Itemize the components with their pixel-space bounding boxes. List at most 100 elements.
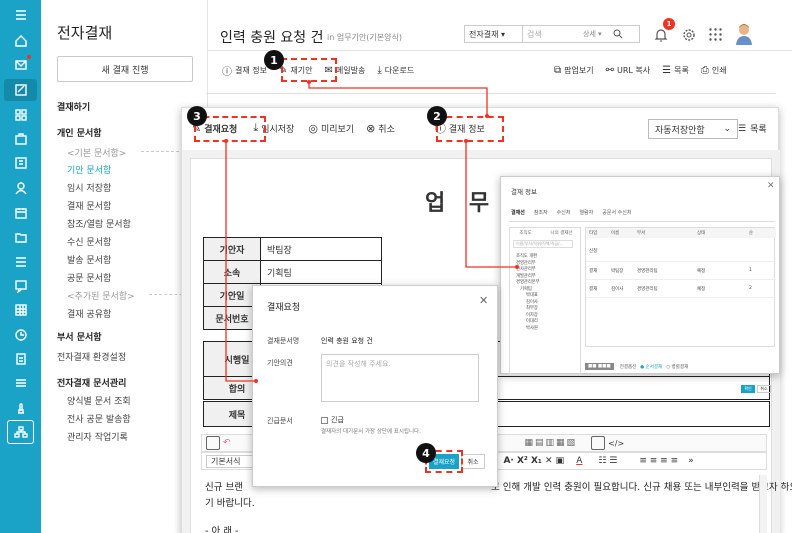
- menu-section[interactable]: 전자결재 문서관리: [57, 376, 126, 389]
- popup-table-row[interactable]: 결재 김이사 경영관리팀 예정 2: [586, 280, 776, 298]
- popup-cell: 경영관리팀: [637, 268, 658, 274]
- text-format-icons[interactable]: A· X² X₁ ✕ ▣: [503, 456, 564, 466]
- popup-close-icon[interactable]: ✕: [767, 181, 775, 191]
- contacts-icon[interactable]: [13, 155, 29, 171]
- more-icon[interactable]: »: [688, 456, 694, 466]
- option-chip[interactable]: ■■ ■■■: [585, 363, 614, 370]
- person-icon[interactable]: [13, 180, 29, 196]
- mail-icon[interactable]: [13, 55, 31, 73]
- new-approval-button[interactable]: 새 결재 진행: [57, 56, 193, 82]
- toolbar-link-button[interactable]: ⚯ URL 복사: [606, 65, 651, 76]
- menu-item[interactable]: 관리자 작업기록: [67, 430, 128, 443]
- approval-icon[interactable]: [13, 82, 29, 98]
- chat-icon[interactable]: [13, 278, 29, 294]
- detail-search-link[interactable]: 상세 ▾: [583, 29, 613, 39]
- stamp-icon[interactable]: [13, 400, 29, 416]
- toolbar-print-button[interactable]: ⎙ 인쇄: [701, 65, 727, 76]
- popup-tab[interactable]: 열람자: [579, 209, 593, 216]
- popup-subtabs[interactable]: 조직도 나의 결재선: [510, 228, 582, 237]
- toolbar-list-button[interactable]: ☰ 목록: [662, 65, 689, 76]
- toolbar-label: 팝업보기: [564, 65, 594, 75]
- search-input[interactable]: 검색: [523, 29, 583, 40]
- font-style-select[interactable]: 기본서식: [206, 454, 258, 468]
- popup-table-row[interactable]: 신청: [586, 240, 776, 262]
- list-button[interactable]: ☰ 목록: [738, 122, 767, 136]
- checkbox-box[interactable]: [321, 416, 328, 424]
- menu-settings-item[interactable]: 전자결재 환경설정: [57, 350, 126, 363]
- clock-icon[interactable]: [13, 327, 29, 343]
- editor-preview-button[interactable]: ◎ 미리보기: [308, 122, 354, 135]
- tree-node[interactable]: 박사원: [516, 326, 540, 333]
- menu-item[interactable]: 결재 공유함: [67, 307, 111, 320]
- menu-item[interactable]: 발송 문서함: [67, 253, 111, 266]
- editor-scrollbar[interactable]: [759, 475, 767, 533]
- popup-tab[interactable]: 결재선: [511, 209, 525, 216]
- stack-icon[interactable]: [13, 375, 29, 391]
- list-icon[interactable]: [13, 254, 29, 270]
- menu-item[interactable]: 공문 문서함: [67, 271, 111, 284]
- menu-item-selected[interactable]: 기안 문서함: [67, 163, 111, 176]
- image-icon[interactable]: [591, 436, 606, 450]
- toolbar-download-button[interactable]: ⤓ 다운로드: [377, 65, 414, 76]
- popup-tab[interactable]: 수신처: [557, 209, 571, 216]
- apps-grid-icon[interactable]: [708, 27, 723, 42]
- menu-group-label: <기본 문서함>: [67, 149, 127, 159]
- board-icon[interactable]: [13, 131, 29, 147]
- popup-cancel-button[interactable]: 취소: [757, 385, 771, 393]
- dialog-cancel-button[interactable]: 취소: [461, 454, 485, 469]
- org-icon[interactable]: [13, 424, 29, 440]
- body-line-2: 기 바랍니다.: [205, 498, 255, 509]
- menu-section[interactable]: 부서 문서함: [57, 330, 102, 343]
- menu-section[interactable]: 결재하기: [57, 100, 90, 113]
- menu-item[interactable]: 양식별 문서 조회: [67, 394, 131, 407]
- popup-table-row[interactable]: 결재 박팀장 경영관리팀 예정 1: [586, 262, 776, 280]
- popup-tab[interactable]: 공문서 수신처: [602, 209, 631, 216]
- menu-section[interactable]: 개인 문서함: [57, 126, 102, 139]
- opinion-textarea[interactable]: 의견을 작성해 주세요.: [321, 354, 479, 402]
- urgent-checkbox[interactable]: 긴급: [321, 415, 344, 425]
- menu-icon[interactable]: [13, 7, 29, 23]
- menu-item[interactable]: 전사 공문 발송함: [67, 412, 131, 425]
- undo-icon[interactable]: ↶: [223, 438, 231, 448]
- search-scope-select[interactable]: 전자결재 ▾: [465, 26, 523, 42]
- list-label: 목록: [750, 125, 767, 135]
- screen: 전자결재 새 결재 진행 결재하기 개인 문서함 <기본 문서함> 기안 문서함 임시 …: [0, 0, 792, 533]
- popup-col-header: 타입: [589, 231, 598, 236]
- settings-gear-icon[interactable]: [681, 27, 697, 43]
- popup-cell: 결재: [589, 268, 598, 274]
- popup-ok-button[interactable]: 확인: [741, 385, 755, 393]
- menu-item[interactable]: 결재 문서함: [67, 199, 111, 212]
- dialog-close-icon[interactable]: ✕: [479, 294, 488, 307]
- align-icons[interactable]: ≡ ≡ ≡ ≡: [639, 456, 678, 466]
- home-icon[interactable]: [13, 33, 29, 49]
- search-icon[interactable]: [613, 29, 623, 39]
- folder-icon[interactable]: [13, 229, 29, 245]
- code-icon[interactable]: </>: [608, 439, 624, 448]
- table-tools-icon[interactable]: ▦▤▥▦▧: [525, 438, 578, 448]
- opt-seq[interactable]: ● 순서결재: [640, 364, 662, 370]
- font-color-icon[interactable]: A: [576, 456, 582, 466]
- toolbar-popup-button[interactable]: ⧉ 팝업보기: [554, 65, 594, 76]
- menu-item[interactable]: 참조/열람 문서함: [67, 217, 131, 230]
- cancel-icon: ⊗: [366, 121, 376, 135]
- user-avatar-icon[interactable]: [733, 22, 755, 46]
- tree-node[interactable]: 조직도 개편: [516, 254, 540, 261]
- toolbar-info-button[interactable]: ⓘ 결재 정보: [222, 63, 267, 78]
- table-icon[interactable]: [13, 302, 29, 318]
- menu-item[interactable]: 수신 문서함: [67, 235, 111, 248]
- opt-parallel[interactable]: ○ 병렬결재: [666, 364, 688, 370]
- menu-item[interactable]: 임시 저장함: [67, 181, 111, 194]
- calendar-icon[interactable]: [13, 205, 29, 221]
- list-format-icon[interactable]: ☷ ☰: [598, 456, 617, 466]
- tree-node[interactable]: 경영관리본부: [516, 280, 540, 287]
- grid-icon[interactable]: [13, 107, 29, 123]
- autosave-select[interactable]: 자동저장안함 ⌄: [648, 119, 738, 139]
- popup-search-input[interactable]: 이름/부서/직위/직책/직급/...: [513, 240, 573, 248]
- header-divider: [208, 50, 792, 51]
- dialog-title: 결재요청: [267, 303, 301, 313]
- note-icon[interactable]: [13, 351, 29, 367]
- editor-cancel-button[interactable]: ⊗ 취소: [366, 122, 395, 135]
- page-icon[interactable]: [206, 436, 220, 450]
- popup-tab[interactable]: 참조자: [534, 209, 548, 216]
- editor-toolbar-label: 임시저장: [261, 124, 295, 135]
